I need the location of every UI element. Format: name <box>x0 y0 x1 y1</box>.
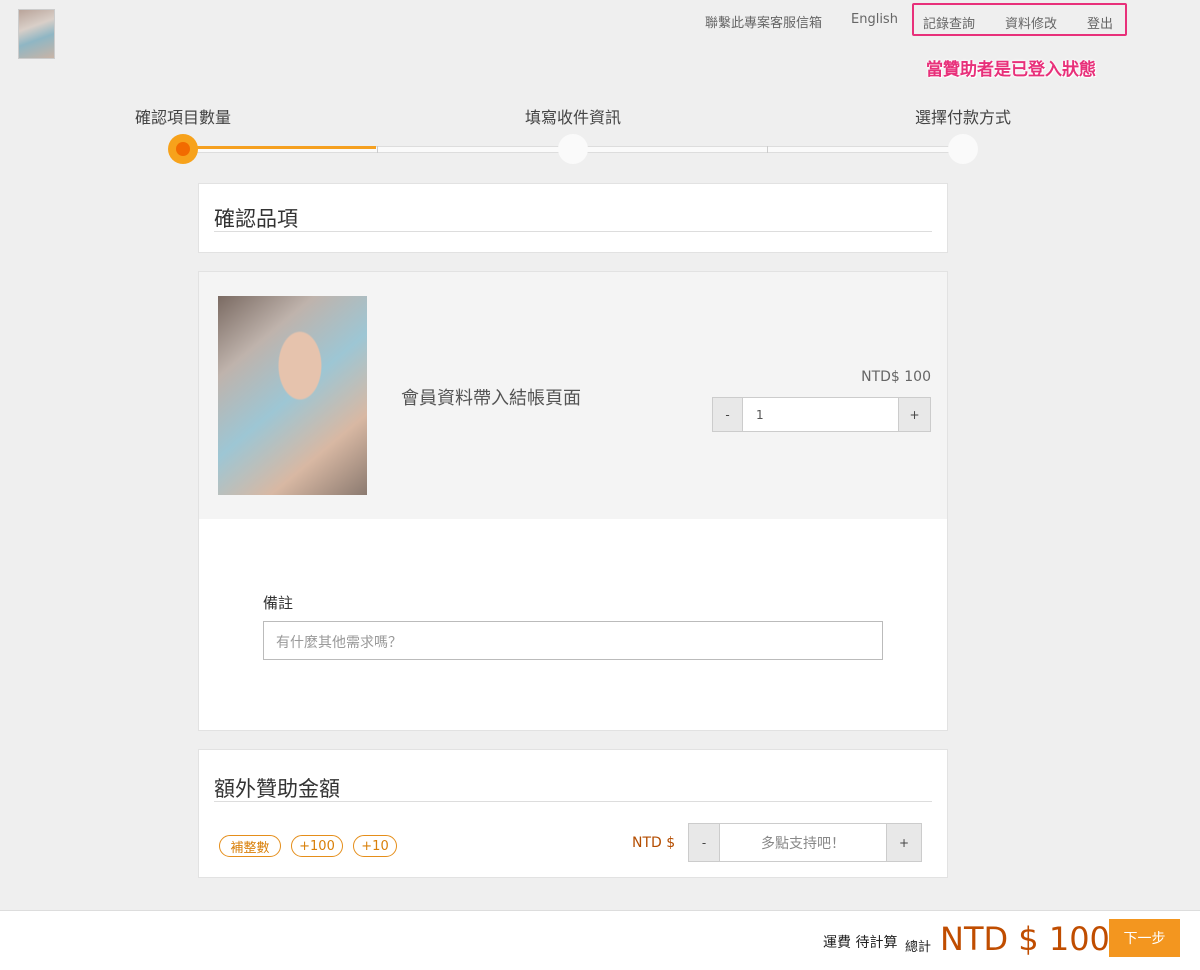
title-divider <box>214 231 932 232</box>
contact-email-link[interactable]: 聯繫此專案客服信箱 <box>705 12 822 31</box>
checkout-footer: 運費 待計算 總計 NTD $ 100 下一步 <box>0 910 1200 970</box>
extra-increase-button[interactable]: + <box>887 824 921 861</box>
step-dot-shipping <box>558 134 588 164</box>
logout-link[interactable]: 登出 <box>1087 13 1113 32</box>
edit-profile-link[interactable]: 資料修改 <box>1005 13 1057 32</box>
step-dot-payment <box>948 134 978 164</box>
member-links-box: 記錄查詢 資料修改 登出 <box>912 3 1127 36</box>
extra-currency-label: NTD $ <box>632 835 676 851</box>
step-tick <box>377 146 378 153</box>
confirm-items-panel: 確認品項 <box>198 183 948 253</box>
item-panel: 會員資料帶入結帳頁面 NTD$ 100 - 1 + 備註 有什麼其他需求嗎？ <box>198 271 948 731</box>
extra-sponsor-title: 額外贊助金額 <box>214 777 340 801</box>
extra-decrease-button[interactable]: - <box>689 824 719 861</box>
quantity-increase-button[interactable]: + <box>899 398 930 431</box>
total-label: 總計 <box>905 940 932 955</box>
title-divider <box>214 801 932 802</box>
extra-amount-input[interactable]: 多點支持吧！ <box>719 824 887 861</box>
shipping-status: 運費 待計算 <box>823 935 898 951</box>
project-logo[interactable] <box>18 9 55 59</box>
chip-plus-10[interactable]: +10 <box>353 835 397 857</box>
step-tick <box>767 146 768 153</box>
confirm-items-title: 確認品項 <box>214 207 298 231</box>
language-english-link[interactable]: English <box>851 12 898 27</box>
next-step-button[interactable]: 下一步 <box>1109 919 1180 957</box>
chip-plus-100[interactable]: +100 <box>291 835 343 857</box>
item-image <box>218 296 367 495</box>
item-row: 會員資料帶入結帳頁面 NTD$ 100 - 1 + <box>199 272 947 519</box>
quantity-input[interactable]: 1 <box>742 398 899 431</box>
step-dot-confirm <box>168 134 198 164</box>
total-amount: NTD $ 100 <box>940 920 1110 958</box>
quantity-stepper: - 1 + <box>712 397 931 432</box>
step-label-payment: 選擇付款方式 <box>915 108 1012 127</box>
records-link[interactable]: 記錄查詢 <box>923 13 975 32</box>
chip-round-up[interactable]: 補整數 <box>219 835 281 857</box>
item-name: 會員資料帶入結帳頁面 <box>401 388 581 409</box>
step-label-shipping: 填寫收件資訊 <box>525 108 622 127</box>
logged-in-annotation: 當贊助者是已登入狀態 <box>926 60 1096 80</box>
extra-amount-stepper: - 多點支持吧！ + <box>688 823 922 862</box>
note-label: 備註 <box>263 594 294 612</box>
extra-sponsor-panel: 額外贊助金額 補整數 +100 +10 NTD $ - 多點支持吧！ + <box>198 749 948 878</box>
step-label-confirm: 確認項目數量 <box>135 108 232 127</box>
step-progress-fill <box>183 146 376 149</box>
quantity-decrease-button[interactable]: - <box>713 398 742 431</box>
item-price: NTD$ 100 <box>861 369 931 385</box>
note-input[interactable]: 有什麼其他需求嗎？ <box>263 621 883 660</box>
